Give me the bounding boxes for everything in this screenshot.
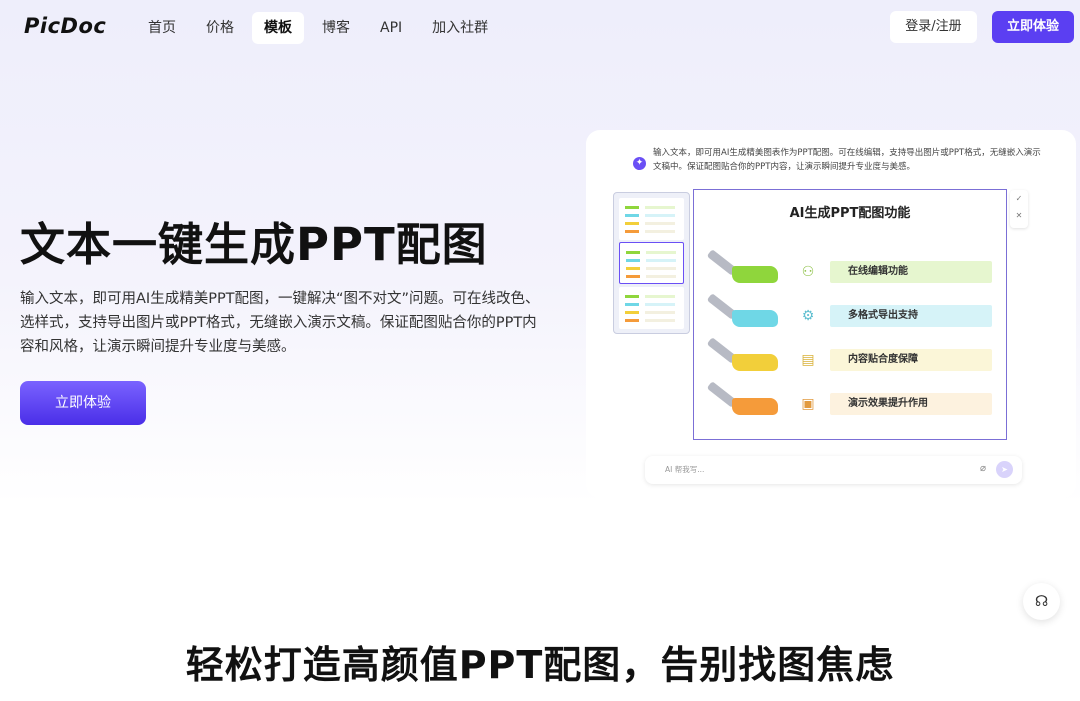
hero-title: 文本一键生成PPT配图 — [20, 218, 488, 271]
feature-row: ▣ 演示效果提升作用 — [694, 381, 1008, 424]
nav-link-templates[interactable]: 模板 — [252, 12, 304, 44]
slide-title: AI生成PPT配图功能 — [789, 206, 911, 221]
nav-link-home[interactable]: 首页 — [136, 12, 188, 44]
ai-chat-input[interactable]: AI 帮我写... ⌀ ➤ — [645, 456, 1022, 484]
feature-label: 演示效果提升作用 — [848, 398, 928, 409]
close-icon[interactable]: ✕ — [1010, 207, 1028, 224]
network-icon: ⚙ — [801, 308, 815, 324]
send-icon[interactable]: ➤ — [996, 461, 1013, 478]
hero-description: 输入文本，即可用AI生成精美PPT配图，一键解决“图不对文”问题。可在线改色、选… — [20, 291, 540, 355]
nav-links: 首页 价格 模板 博客 API 加入社群 — [136, 12, 506, 44]
slide-side-toolbar: ✓ ✕ — [1010, 190, 1028, 228]
nav-link-api[interactable]: API — [368, 12, 414, 44]
login-register-button[interactable]: 登录/注册 — [890, 11, 977, 43]
ai-sparkle-icon: ✦ — [633, 157, 646, 170]
slide-canvas[interactable]: AI生成PPT配图功能 ⚇ 在线编辑功能 ⚙ 多格式导出支持 ▤ 内容贴合度保障… — [693, 189, 1007, 440]
try-now-nav-button[interactable]: 立即体验 — [992, 11, 1074, 43]
feature-label: 多格式导出支持 — [848, 310, 918, 321]
people-icon: ⚇ — [801, 264, 815, 280]
brush-stroke — [732, 354, 778, 371]
feature-label: 在线编辑功能 — [848, 266, 908, 277]
section-title: 轻松打造高颜值PPT配图，告别找图焦虑 — [185, 643, 895, 687]
feature-label: 内容贴合度保障 — [848, 354, 918, 365]
feature-row: ⚙ 多格式导出支持 — [694, 293, 1008, 336]
nav-link-blog[interactable]: 博客 — [310, 12, 362, 44]
feature-row: ⚇ 在线编辑功能 — [694, 249, 1008, 292]
brush-stroke — [732, 398, 778, 415]
slide-thumbnail-selected[interactable] — [619, 242, 684, 284]
nav-link-community[interactable]: 加入社群 — [420, 12, 500, 44]
top-navbar: PicDoc 首页 价格 模板 博客 API 加入社群 登录/注册 立即体验 — [0, 0, 1080, 56]
document-icon: ▤ — [801, 352, 815, 368]
customer-support-icon[interactable]: ☊ — [1023, 583, 1060, 620]
slide-thumbnail[interactable] — [619, 287, 684, 329]
product-preview-card: ✦ 输入文本，即可用AI生成精美图表作为PPT配图。可在线编辑，支持导出图片或P… — [586, 130, 1076, 498]
presentation-icon: ▣ — [801, 396, 815, 412]
picdoc-logo[interactable]: PicDoc — [24, 14, 106, 38]
attachment-icon[interactable]: ⌀ — [980, 463, 986, 474]
slide-thumbnail-panel — [613, 192, 690, 334]
brush-stroke — [732, 310, 778, 327]
nav-link-pricing[interactable]: 价格 — [194, 12, 246, 44]
try-now-hero-button[interactable]: 立即体验 — [20, 381, 146, 425]
check-icon[interactable]: ✓ — [1010, 190, 1028, 207]
brush-stroke — [732, 266, 778, 283]
feature-row: ▤ 内容贴合度保障 — [694, 337, 1008, 380]
chat-placeholder: AI 帮我写... — [665, 465, 705, 474]
slide-thumbnail[interactable] — [619, 198, 684, 240]
prompt-text: 输入文本，即可用AI生成精美图表作为PPT配图。可在线编辑，支持导出图片或PPT… — [653, 148, 1041, 172]
